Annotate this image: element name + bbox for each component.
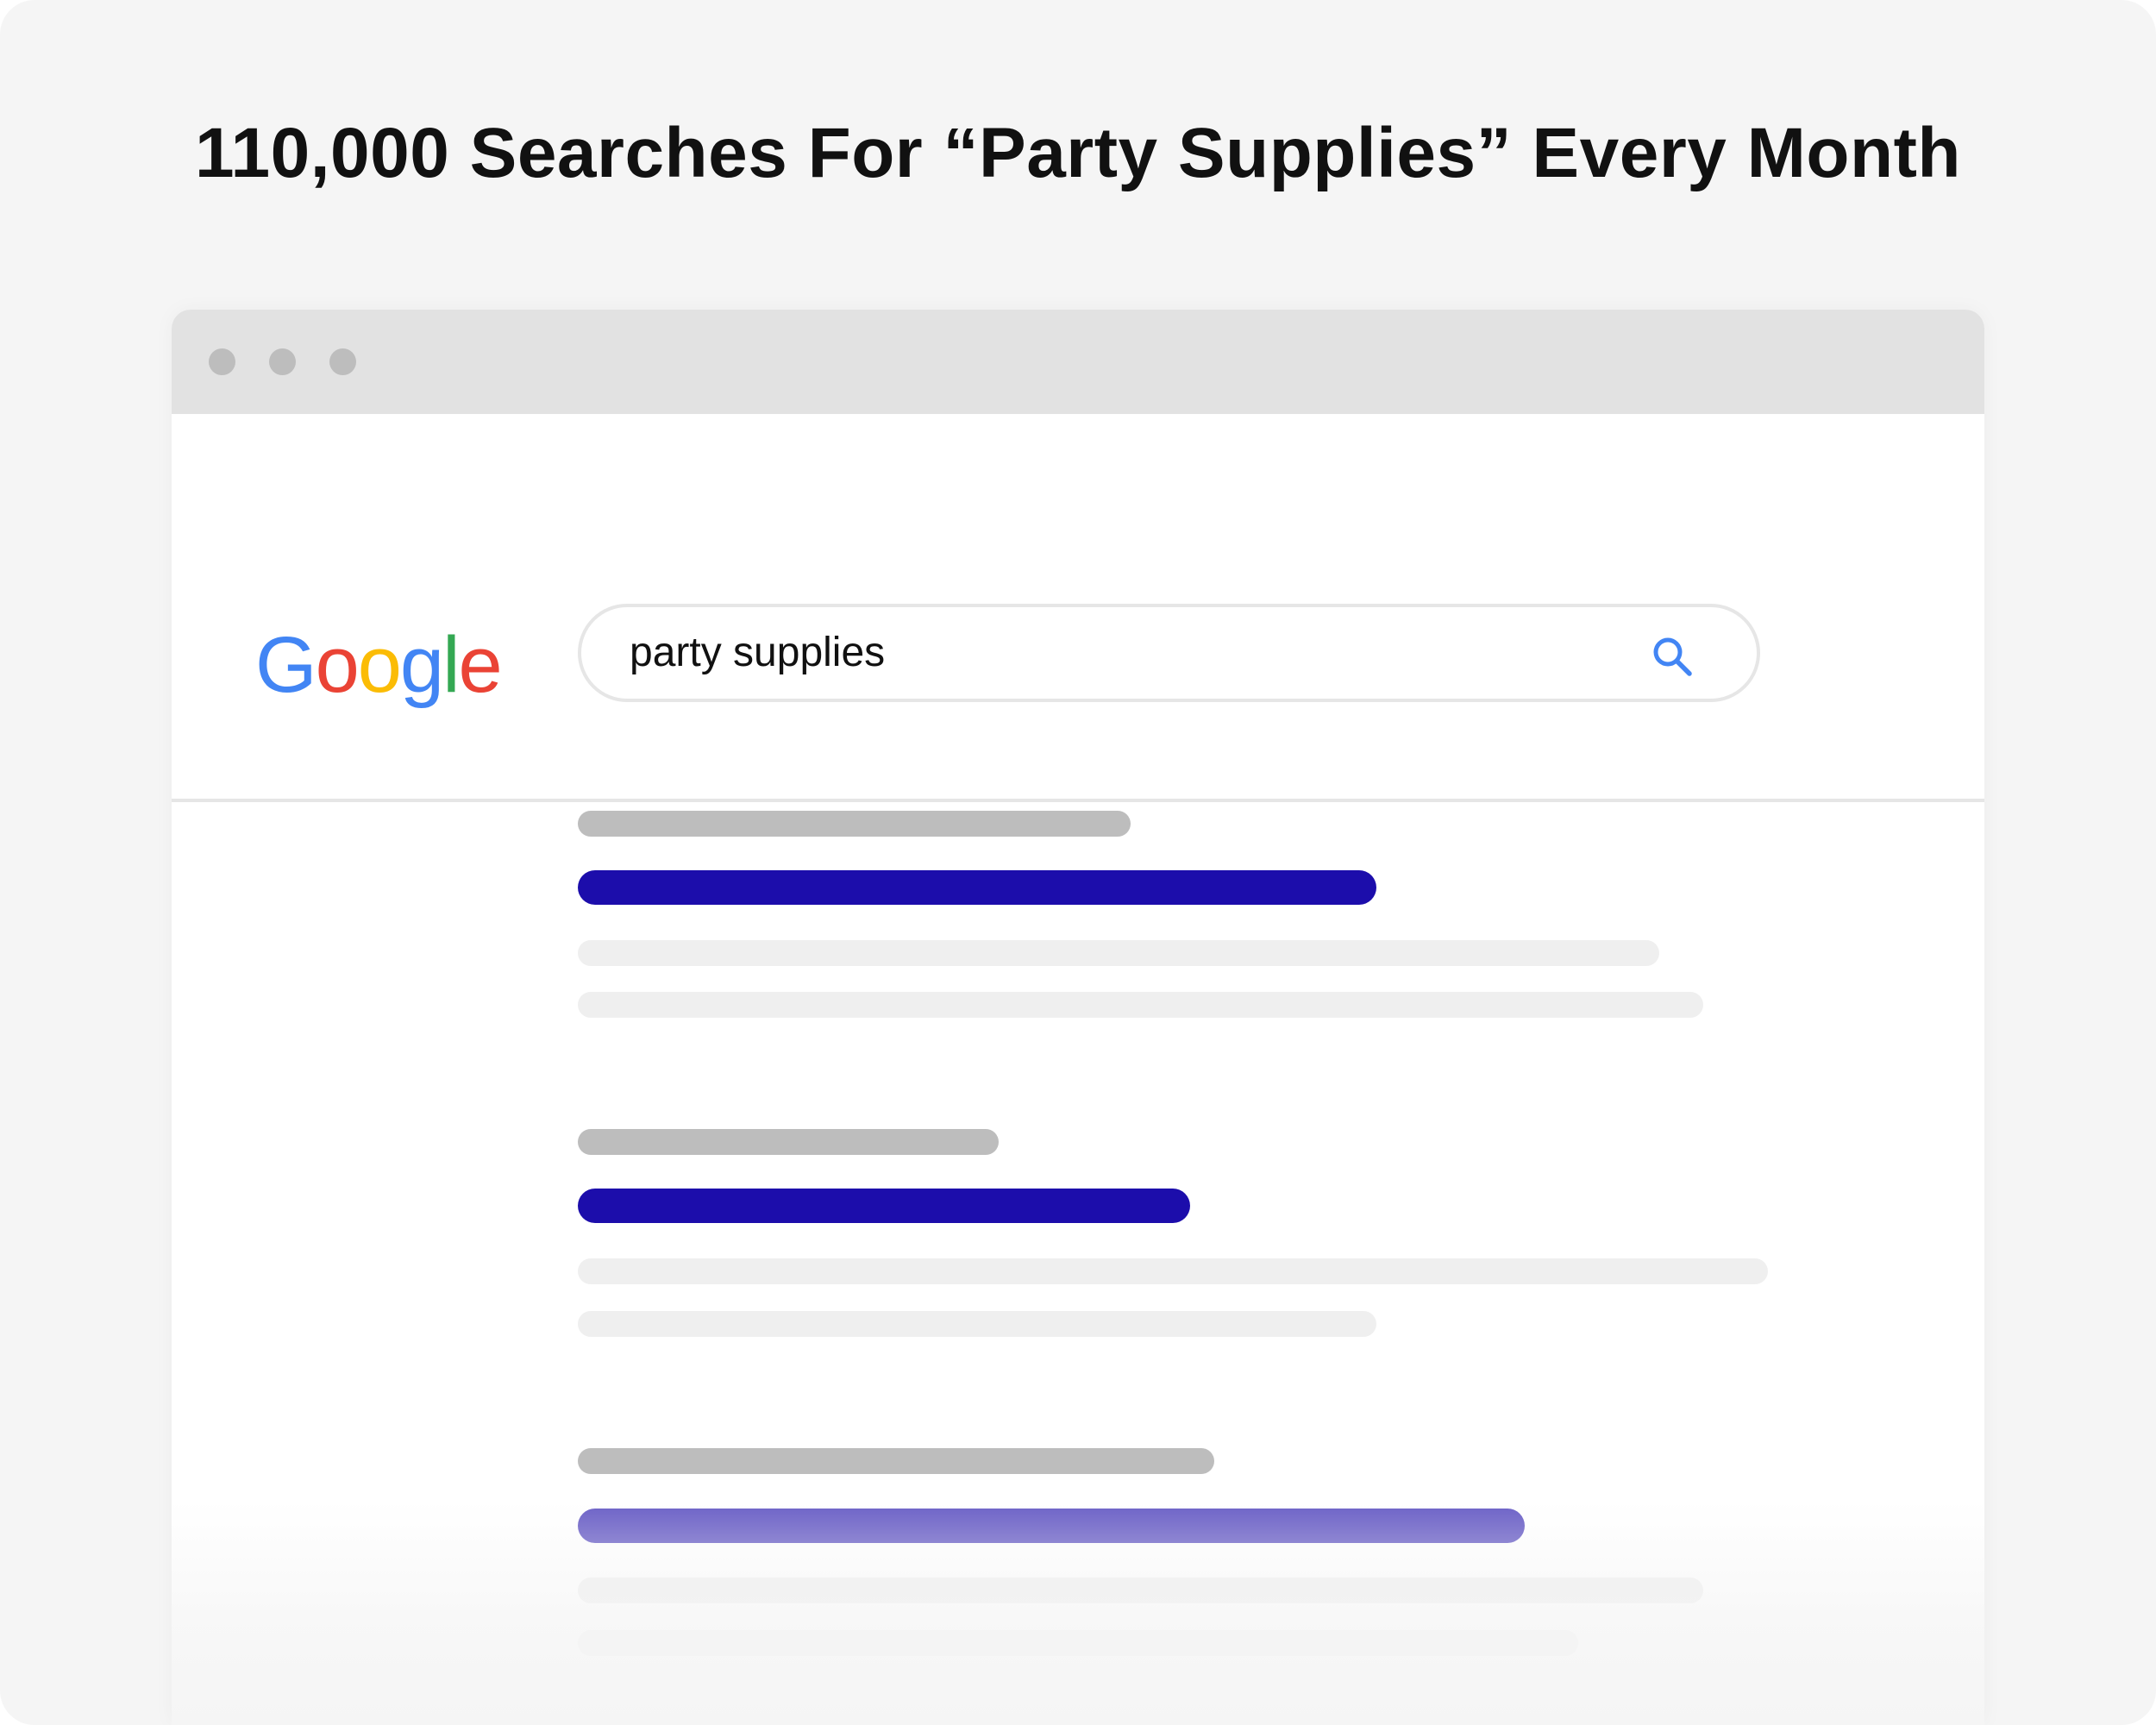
result-url-placeholder bbox=[578, 1129, 999, 1155]
header-divider bbox=[172, 799, 1984, 802]
result-snippet-placeholder bbox=[578, 1630, 1578, 1656]
logo-letter: l bbox=[442, 621, 461, 709]
result-snippet-placeholder bbox=[578, 1311, 1376, 1337]
result-title-link[interactable] bbox=[578, 1509, 1525, 1543]
result-snippet-placeholder bbox=[578, 940, 1659, 966]
window-dot-maximize[interactable] bbox=[329, 348, 356, 375]
result-url-placeholder bbox=[578, 811, 1131, 837]
search-input[interactable]: party supplies bbox=[578, 604, 1760, 702]
result-snippet-placeholder bbox=[578, 992, 1703, 1018]
search-header: Google party supplies bbox=[172, 414, 1984, 1006]
search-icon[interactable] bbox=[1651, 635, 1694, 678]
result-url-placeholder bbox=[578, 1448, 1214, 1474]
page-background: 110,000 Searches For “Party Supplies” Ev… bbox=[0, 0, 2156, 1725]
google-logo[interactable]: Google bbox=[255, 618, 503, 712]
window-dot-close[interactable] bbox=[209, 348, 235, 375]
logo-letter: e bbox=[458, 621, 503, 709]
browser-window: Google party supplies bbox=[172, 310, 1984, 1725]
logo-letter: o bbox=[315, 621, 360, 709]
result-title-link[interactable] bbox=[578, 870, 1376, 905]
result-snippet-placeholder bbox=[578, 1578, 1703, 1603]
window-dot-minimize[interactable] bbox=[269, 348, 296, 375]
search-query-text: party supplies bbox=[630, 630, 886, 675]
browser-titlebar bbox=[172, 310, 1984, 414]
result-title-link[interactable] bbox=[578, 1189, 1190, 1223]
result-snippet-placeholder bbox=[578, 1258, 1768, 1284]
logo-letter: g bbox=[399, 621, 444, 709]
logo-letter: o bbox=[357, 621, 402, 709]
headline: 110,000 Searches For “Party Supplies” Ev… bbox=[194, 114, 1962, 192]
logo-letter: G bbox=[255, 621, 317, 709]
